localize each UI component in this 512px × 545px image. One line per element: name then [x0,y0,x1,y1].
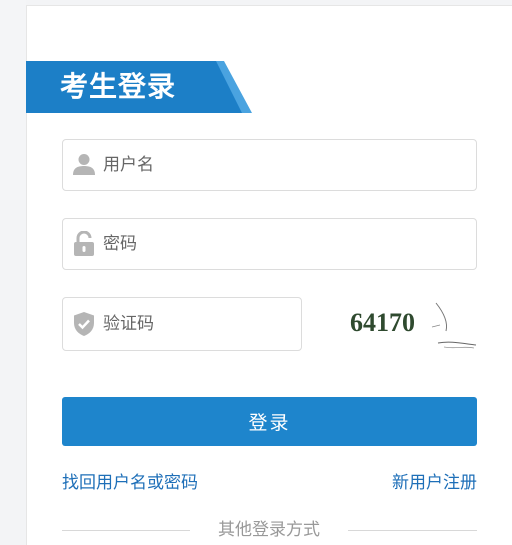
page-title: 考生登录 [60,70,177,103]
divider-line-left [62,530,190,531]
login-button[interactable]: 登录 [62,397,477,446]
username-input[interactable] [103,140,466,190]
forgot-credentials-link[interactable]: 找回用户名或密码 [62,470,198,496]
captcha-field[interactable] [62,297,302,351]
title-banner: 考生登录 [26,61,252,113]
username-field[interactable] [62,139,477,191]
user-icon [72,152,96,178]
password-field[interactable] [62,218,477,270]
lock-icon [72,230,96,257]
register-link[interactable]: 新用户注册 [392,470,477,496]
captcha-text: 64170 [350,308,415,337]
captcha-image[interactable]: 64170 [344,297,478,351]
other-login-methods-label: 其他登录方式 [218,520,320,540]
shield-check-icon [72,311,96,337]
page-background-strip [0,0,26,200]
divider-line-right [348,530,477,531]
password-input[interactable] [103,219,466,269]
captcha-input[interactable] [103,298,291,350]
